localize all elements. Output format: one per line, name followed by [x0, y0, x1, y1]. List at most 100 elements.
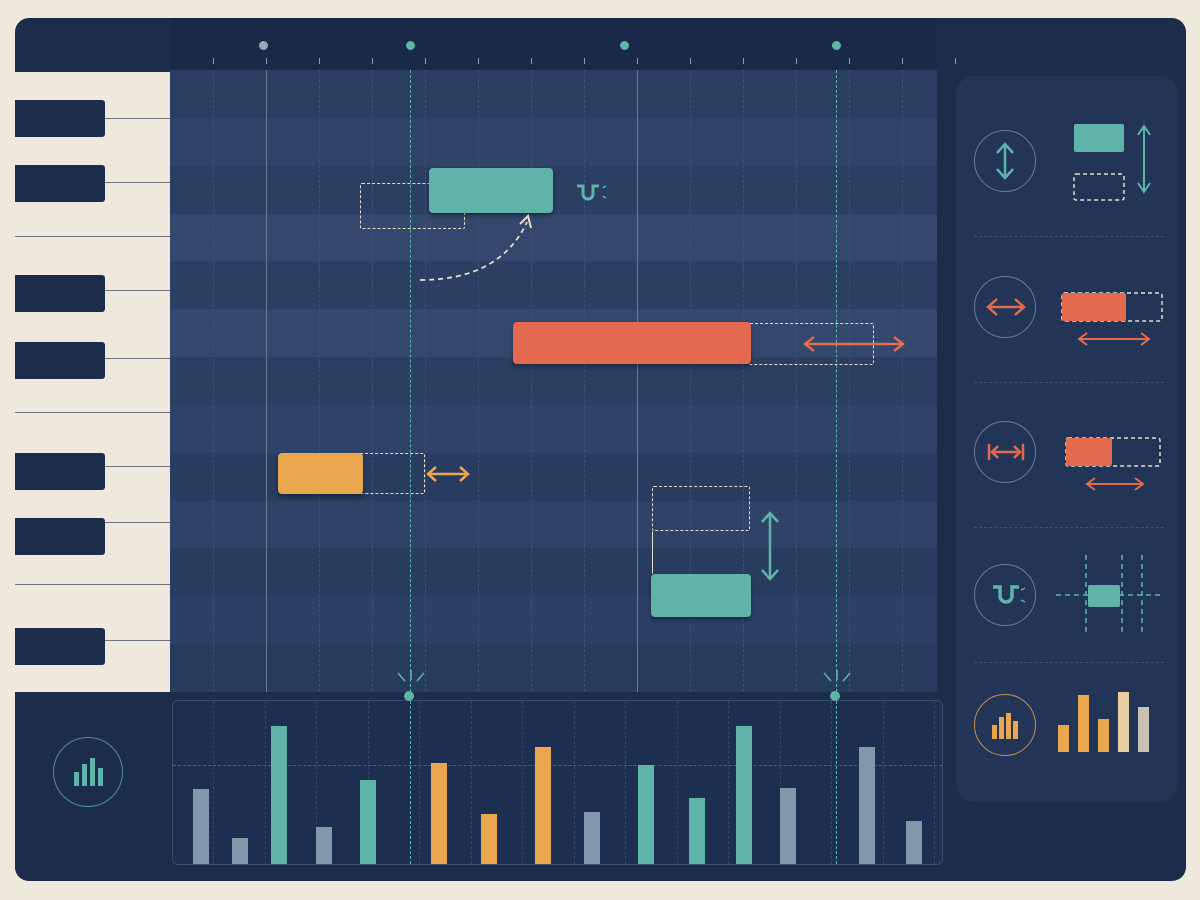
- velocity-grid-line: [882, 701, 884, 864]
- velocity-grid-line: [934, 701, 935, 864]
- magnet-snap-icon: [577, 184, 607, 201]
- grid-row[interactable]: [170, 500, 937, 549]
- loop-end-handle[interactable]: [830, 691, 840, 701]
- velocity-lane-button[interactable]: [53, 737, 123, 807]
- grid-beat-line: [796, 70, 797, 692]
- timeline-marker-loop-end[interactable]: [832, 41, 841, 50]
- piano-keyboard[interactable]: [15, 72, 170, 693]
- white-key-divider: [15, 584, 170, 585]
- ruler-tick: [478, 58, 479, 64]
- white-key-divider: [15, 412, 170, 413]
- piano-black-key[interactable]: [15, 518, 105, 555]
- velocity-lane-header: [15, 692, 170, 881]
- ruler-tick: [955, 58, 956, 64]
- transpose-arrow-icon: [761, 511, 779, 581]
- velocity-grid-line: [213, 701, 214, 864]
- ruler-tick: [213, 58, 214, 64]
- velocity-grid-line: [470, 701, 472, 864]
- resize-tool-button[interactable]: [974, 276, 1036, 338]
- timeline-ruler[interactable]: [170, 18, 956, 70]
- note-coral-long[interactable]: [513, 322, 751, 364]
- move-path-arrow: [419, 214, 532, 281]
- extend-arrow-icon: [426, 466, 470, 482]
- velocity-bar[interactable]: [193, 789, 209, 864]
- piano-black-key[interactable]: [15, 275, 105, 312]
- velocity-bar[interactable]: [736, 726, 752, 864]
- note-teal-lower[interactable]: [651, 574, 751, 617]
- grid-row[interactable]: [170, 70, 937, 118]
- velocity-tool-button[interactable]: [974, 694, 1036, 756]
- velocity-bar[interactable]: [535, 747, 551, 864]
- tool-sidebar: [956, 76, 1178, 802]
- horizontal-arrows-icon: [986, 298, 1026, 316]
- piano-black-key[interactable]: [15, 628, 105, 665]
- white-key-divider: [15, 236, 170, 237]
- ruler-tick: [584, 58, 585, 64]
- grid-row[interactable]: [170, 596, 937, 645]
- velocity-lane[interactable]: [172, 700, 943, 865]
- velocity-bar[interactable]: [780, 788, 796, 864]
- velocity-preview-bar: [1098, 719, 1109, 752]
- ruler-tick: [372, 58, 373, 64]
- velocity-grid-line: [831, 701, 832, 864]
- timeline-marker-loop-start[interactable]: [406, 41, 415, 50]
- ruler-tick: [319, 58, 320, 64]
- note-teal-moved[interactable]: [429, 168, 553, 213]
- note-grid[interactable]: [170, 70, 937, 692]
- piano-black-key[interactable]: [15, 165, 105, 202]
- velocity-bar[interactable]: [481, 814, 497, 864]
- separator: [974, 662, 1164, 663]
- velocity-bar[interactable]: [271, 726, 287, 864]
- velocity-bar[interactable]: [360, 780, 376, 864]
- ruler-tick: [743, 58, 744, 64]
- velocity-preview-bar: [1078, 695, 1089, 752]
- velocity-bar[interactable]: [232, 838, 248, 864]
- grid-row[interactable]: [170, 404, 937, 453]
- timeline-marker-playhead[interactable]: [259, 41, 268, 50]
- grid-row[interactable]: [170, 165, 937, 214]
- velocity-bar[interactable]: [584, 812, 600, 864]
- transpose-tool-row: [956, 96, 1178, 226]
- grid-row[interactable]: [170, 213, 937, 262]
- velocity-loop-end-line: [836, 701, 837, 864]
- velocity-loop-start-line: [410, 701, 411, 864]
- snap-indicator-start: [397, 670, 425, 682]
- timeline-marker-bar[interactable]: [620, 41, 629, 50]
- grid-row[interactable]: [170, 117, 937, 166]
- ruler-tick: [902, 58, 903, 64]
- piano-black-key[interactable]: [15, 342, 105, 379]
- transpose-preview: [1073, 124, 1151, 201]
- grid-beat-line: [637, 70, 638, 692]
- grid-row[interactable]: [170, 548, 937, 597]
- velocity-bar[interactable]: [316, 827, 332, 864]
- loop-start-handle[interactable]: [404, 691, 414, 701]
- grid-beat-line: [213, 70, 214, 692]
- transpose-tool-button[interactable]: [974, 130, 1036, 192]
- note-orange-short[interactable]: [278, 453, 363, 494]
- ruler-tick: [425, 58, 426, 64]
- snap-indicator-end: [823, 670, 851, 682]
- snap-tool-button[interactable]: [974, 564, 1036, 626]
- piano-black-key[interactable]: [15, 453, 105, 490]
- velocity-grid-line: [728, 701, 729, 864]
- velocity-bar[interactable]: [859, 747, 875, 864]
- grid-row[interactable]: [170, 261, 937, 310]
- trim-tool-button[interactable]: [974, 421, 1036, 483]
- velocity-bar[interactable]: [431, 763, 447, 864]
- velocity-bar[interactable]: [689, 798, 705, 864]
- velocity-bar[interactable]: [638, 765, 654, 864]
- velocity-bar[interactable]: [906, 821, 922, 864]
- grid-beat-line: [531, 70, 532, 692]
- bar-chart-icon: [74, 758, 103, 786]
- piano-black-key[interactable]: [15, 100, 105, 137]
- velocity-preview-bar: [1118, 692, 1129, 752]
- grid-beat-line: [584, 70, 585, 692]
- grid-beat-line: [478, 70, 479, 692]
- loop-start-line: [410, 70, 411, 692]
- grid-beat-line: [266, 70, 267, 692]
- velocity-preview-bar: [1138, 707, 1149, 752]
- velocity-tool-row: [956, 666, 1178, 796]
- bracket-arrows-icon: [987, 444, 1025, 460]
- velocity-guide-line: [173, 765, 942, 766]
- piano-roll-editor: [15, 18, 1186, 881]
